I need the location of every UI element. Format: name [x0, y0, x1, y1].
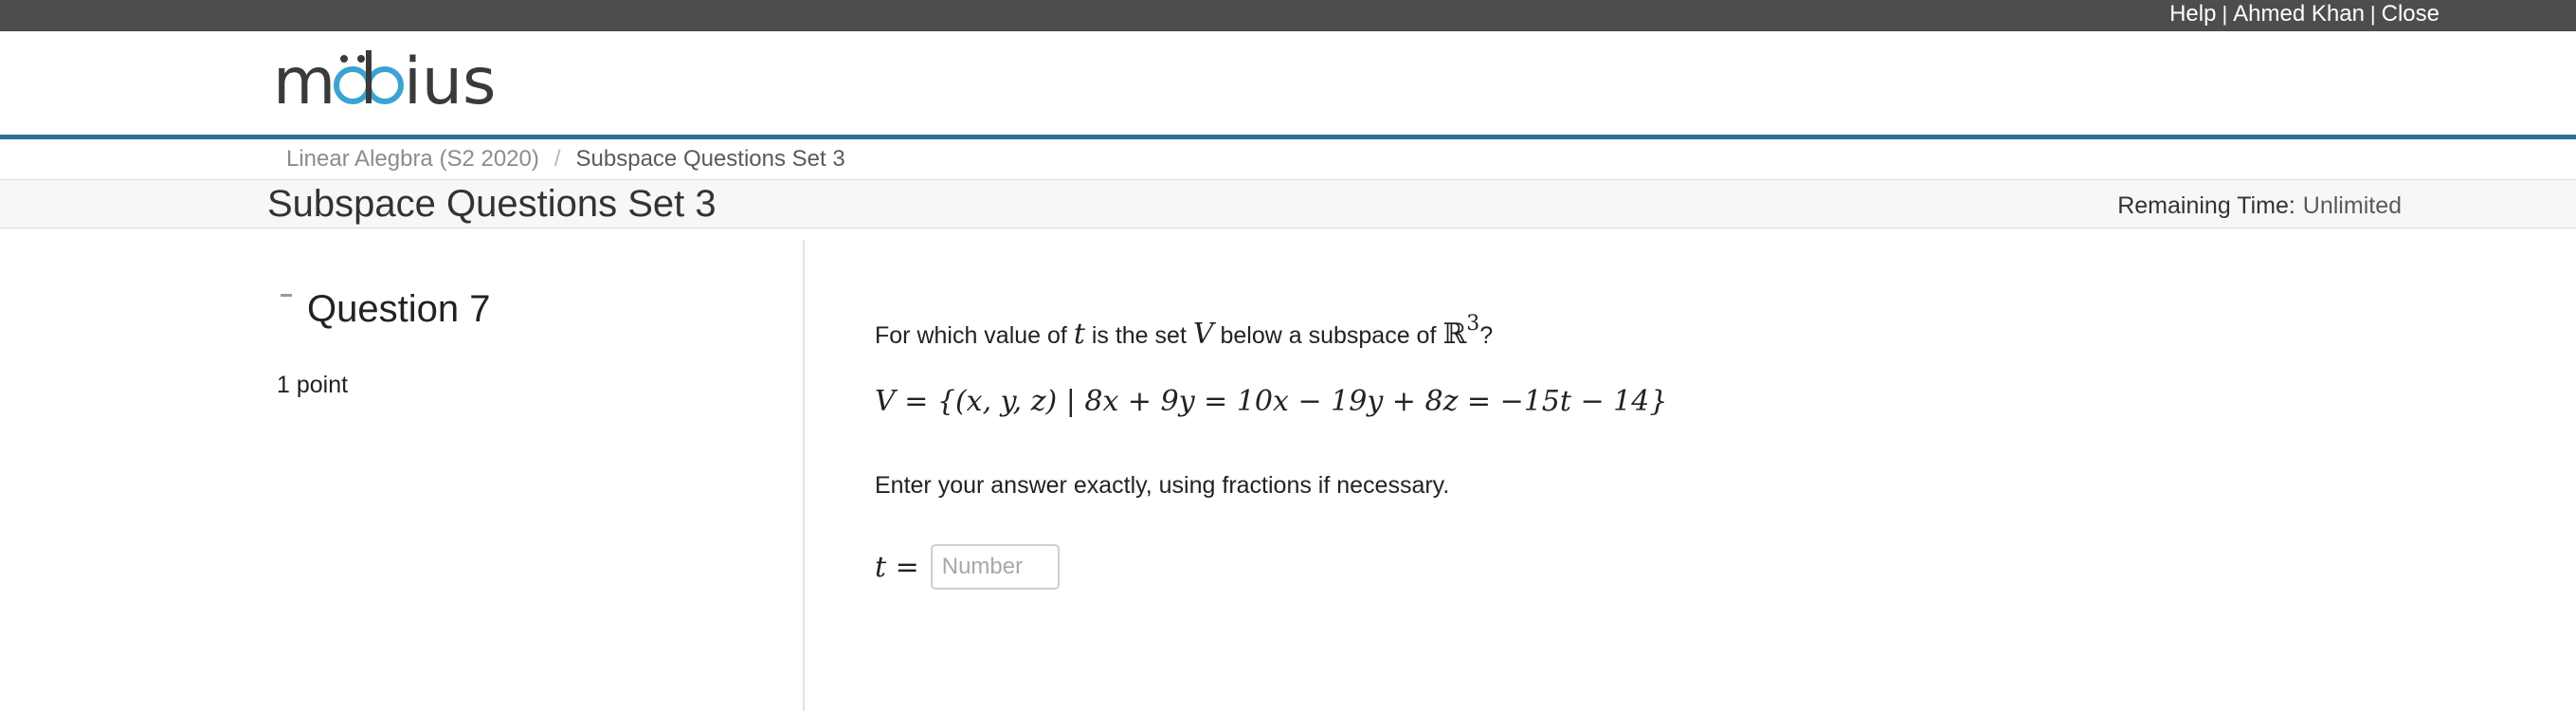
breadcrumb-separator: / — [553, 146, 561, 172]
prompt-text: For which value of — [875, 322, 1074, 349]
close-link[interactable]: Close — [2382, 1, 2440, 27]
mobius-logo[interactable]: m ius — [273, 41, 510, 126]
mobius-logo-icon: m ius — [273, 50, 496, 117]
prompt-text: is the set — [1084, 322, 1193, 349]
help-link[interactable]: Help — [2169, 1, 2216, 27]
svg-text:m: m — [273, 50, 336, 117]
remaining-time-label: Remaining Time: — [2117, 192, 2295, 219]
page-title: Subspace Questions Set 3 — [267, 183, 717, 225]
answer-row: t = — [875, 542, 1060, 592]
breadcrumb-current: Subspace Questions Set 3 — [575, 146, 845, 172]
topbar-links: Help | Ahmed Khan | Close — [2169, 0, 2440, 31]
breadcrumb-course-link[interactable]: Linear Alegbra (S2 2020) — [286, 146, 539, 172]
remaining-time: Remaining Time: Unlimited — [2117, 191, 2402, 220]
question-title: Question 7 — [307, 288, 491, 330]
question-prompt: For which value of t is the set V below … — [875, 305, 1493, 355]
question-collapse-toggle[interactable] — [281, 294, 292, 297]
answer-label: t = — [875, 551, 919, 584]
equation-lhs: V — [875, 385, 896, 418]
top-utility-bar: Help | Ahmed Khan | Close — [0, 0, 2576, 31]
remaining-time-value: Unlimited — [2302, 192, 2402, 219]
prompt-variable-t: t — [1073, 318, 1085, 351]
equation-body: = {(x, y, z) | 8x + 9y = 10x − 19y + 8z … — [895, 385, 1668, 418]
topbar-separator: | — [2222, 2, 2228, 26]
prompt-text: below a subspace of — [1213, 322, 1443, 349]
user-name-link[interactable]: Ahmed Khan — [2233, 1, 2365, 27]
answer-equals: = — [886, 550, 919, 584]
prompt-real-space: ℝ — [1442, 318, 1467, 351]
site-header: m ius — [0, 31, 2576, 137]
set-definition-equation: V = {(x, y, z) | 8x + 9y = 10x − 19y + 8… — [875, 381, 1667, 423]
sidebar-divider — [803, 240, 805, 711]
prompt-end: ? — [1479, 322, 1494, 349]
breadcrumb: Linear Alegbra (S2 2020) / Subspace Questi… — [0, 139, 2576, 180]
answer-variable: t — [875, 550, 887, 584]
prompt-variable-v: V — [1192, 318, 1214, 351]
svg-text:ius: ius — [404, 50, 496, 117]
question-points: 1 point — [277, 372, 349, 398]
prompt-exponent: 3 — [1466, 312, 1480, 336]
answer-number-input[interactable] — [930, 544, 1060, 590]
topbar-separator: | — [2369, 2, 2376, 26]
assignment-titlebar: Subspace Questions Set 3 Remaining Time:… — [0, 180, 2576, 228]
answer-instruction: Enter your answer exactly, using fractio… — [875, 472, 1450, 499]
